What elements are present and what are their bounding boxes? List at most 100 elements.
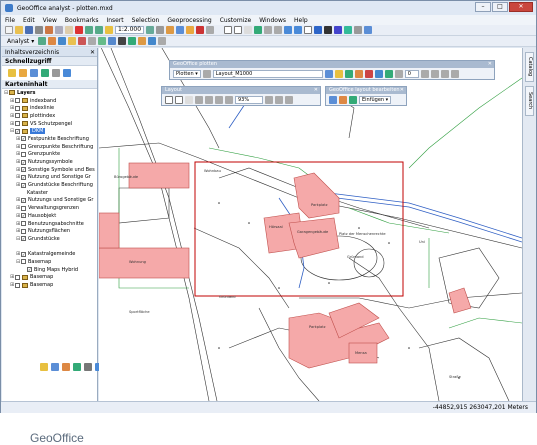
close-button[interactable]: ✕ <box>509 2 533 12</box>
layer-row[interactable] <box>4 243 97 251</box>
bearbeiten-title-bar[interactable]: GeoOffice layout bearbeiten ✕ <box>326 87 406 94</box>
layer-visibility-checkbox[interactable]: ✓ <box>21 251 26 257</box>
scale-select[interactable]: 1:2.000 <box>115 26 145 34</box>
maximize-button[interactable]: □ <box>492 2 508 12</box>
layout-change-icon[interactable] <box>285 95 293 104</box>
layer-visibility-checkbox[interactable] <box>21 205 26 211</box>
plotten-extra-1-icon[interactable] <box>420 69 429 78</box>
undo-icon[interactable] <box>85 26 93 34</box>
zoom-in-icon[interactable] <box>224 26 233 34</box>
analyst-tool-11-icon[interactable] <box>138 37 147 45</box>
layer-visibility-checkbox[interactable]: ✓ <box>15 128 20 134</box>
open-icon[interactable] <box>15 26 23 34</box>
layer-row[interactable]: ⊞ indexlinie <box>4 104 97 112</box>
analyst-menu[interactable]: Analyst ▾ <box>5 38 36 45</box>
analyst-tool-4-icon[interactable] <box>68 37 77 45</box>
analyst-tool-3-icon[interactable] <box>58 37 67 45</box>
layer-visibility-checkbox[interactable] <box>21 259 26 265</box>
toc-tool-4-icon[interactable] <box>73 363 81 371</box>
layer-row[interactable]: ⊞ Benutzungsabschnitte <box>4 220 97 228</box>
forward-icon[interactable] <box>294 26 303 34</box>
plotten-title-bar[interactable]: GeoOffice plotten ✕ <box>170 61 494 68</box>
layer-visibility-checkbox[interactable] <box>21 151 26 157</box>
analyst-tool-1-icon[interactable] <box>38 37 47 45</box>
toc-tool-5-icon[interactable] <box>84 363 92 371</box>
menu-file[interactable]: File <box>1 17 19 24</box>
layer-row[interactable]: ⊞ ✓ Nutzung und Sonstige Gr <box>4 174 97 182</box>
quick-layers-icon[interactable] <box>63 69 71 77</box>
map-view[interactable]: Wohnbau Bürogebäude Hörsaal Parkplatz Ga… <box>99 48 522 401</box>
editor-icon[interactable] <box>146 26 155 34</box>
plotten-folder-icon[interactable] <box>334 69 343 78</box>
layer-row[interactable]: ⊞ Verwaltungsgrenzen <box>4 204 97 212</box>
minimize-button[interactable]: – <box>475 2 491 12</box>
layer-row[interactable]: ⊞ ✓ Sonstige Symbole und Bes <box>4 166 97 174</box>
layer-visibility-checkbox[interactable]: ✓ <box>21 159 26 165</box>
add-data-icon[interactable] <box>105 26 113 34</box>
print-icon[interactable] <box>35 26 43 34</box>
layer-row[interactable]: ⊞ Nutzungsflächen <box>4 227 97 235</box>
fixed-zoom-out-icon[interactable] <box>274 26 283 34</box>
search-icon[interactable] <box>176 26 185 34</box>
layout-fixed-zoom-out-icon[interactable] <box>225 95 233 104</box>
toc-tool-1-icon[interactable] <box>40 363 48 371</box>
plotten-extra-4-icon[interactable] <box>450 69 459 78</box>
info-icon[interactable] <box>334 26 343 34</box>
layer-row[interactable]: ⊞ VS Schutzpengel <box>4 120 97 128</box>
layout-toggle-draft-icon[interactable] <box>265 95 273 104</box>
zoom-out-icon[interactable] <box>234 26 243 34</box>
plotten-extra-3-icon[interactable] <box>440 69 449 78</box>
analyst-tool-7-icon[interactable] <box>98 37 107 45</box>
modelbuilder-icon[interactable] <box>206 26 215 34</box>
measure-icon[interactable] <box>354 26 363 34</box>
layer-row[interactable]: Kataster <box>4 189 97 197</box>
layer-visibility-checkbox[interactable] <box>15 105 20 111</box>
layer-visibility-checkbox[interactable]: ✓ <box>21 197 26 203</box>
fixed-zoom-in-icon[interactable] <box>264 26 273 34</box>
plotten-extra-2-icon[interactable] <box>430 69 439 78</box>
toc-icon[interactable] <box>156 26 165 34</box>
plotten-refresh-icon[interactable] <box>374 69 383 78</box>
layout-title-bar[interactable]: Layout ✕ <box>162 87 320 94</box>
layer-visibility-checkbox[interactable]: ✓ <box>21 213 26 219</box>
plotten-zoom-icon[interactable] <box>384 69 393 78</box>
layer-visibility-checkbox[interactable] <box>15 274 20 280</box>
analyst-tool-8-icon[interactable] <box>108 37 117 45</box>
pan-icon[interactable] <box>244 26 253 34</box>
plotten-map-icon[interactable] <box>344 69 353 78</box>
layer-visibility-checkbox[interactable]: ✓ <box>21 182 26 188</box>
layer-visibility-checkbox[interactable] <box>15 113 20 119</box>
layout-close-icon[interactable]: ✕ <box>314 87 318 94</box>
layer-visibility-checkbox[interactable]: ✓ <box>21 136 26 142</box>
find-icon[interactable] <box>364 26 373 34</box>
layer-row[interactable]: ⊟ Basemap <box>4 258 97 266</box>
plotten-value-field[interactable]: 0 <box>404 69 419 78</box>
menu-bookmarks[interactable]: Bookmarks <box>61 17 103 24</box>
analyst-tool-5-icon[interactable] <box>78 37 87 45</box>
analyst-tool-10-icon[interactable] <box>128 37 137 45</box>
layer-row[interactable]: ⊞ ✓ Nutzungssymbole <box>4 158 97 166</box>
menu-view[interactable]: View <box>39 17 61 24</box>
new-icon[interactable] <box>5 26 13 34</box>
catalog-icon[interactable] <box>166 26 175 34</box>
menu-windows[interactable]: Windows <box>255 17 290 24</box>
layer-visibility-checkbox[interactable] <box>21 228 26 234</box>
analyst-tool-13-icon[interactable] <box>158 37 167 45</box>
plotten-menu[interactable]: Plotten ▾ <box>173 69 201 78</box>
menu-geoprocessing[interactable]: Geoprocessing <box>163 17 215 24</box>
delete-icon[interactable] <box>75 26 83 34</box>
menu-help[interactable]: Help <box>290 17 312 24</box>
hyperlink-icon[interactable] <box>344 26 353 34</box>
bearbeiten-tool-3-icon[interactable] <box>349 95 357 104</box>
layer-visibility-checkbox[interactable] <box>15 98 20 104</box>
menu-customize[interactable]: Customize <box>216 17 256 24</box>
layer-row[interactable]: ⊞ indexband <box>4 97 97 105</box>
karteninhalt-header[interactable]: Karteninhalt <box>2 80 97 89</box>
copy-icon[interactable] <box>55 26 63 34</box>
layer-visibility-checkbox[interactable]: ✓ <box>21 174 26 180</box>
catalog-tab[interactable]: Catalog <box>525 52 534 82</box>
building[interactable] <box>288 217 340 259</box>
bearbeiten-tool-2-icon[interactable] <box>339 95 347 104</box>
layer-row[interactable]: ⊞ ✓ Katastralgemeinde <box>4 250 97 258</box>
layer-visibility-checkbox[interactable]: ✓ <box>21 167 26 173</box>
